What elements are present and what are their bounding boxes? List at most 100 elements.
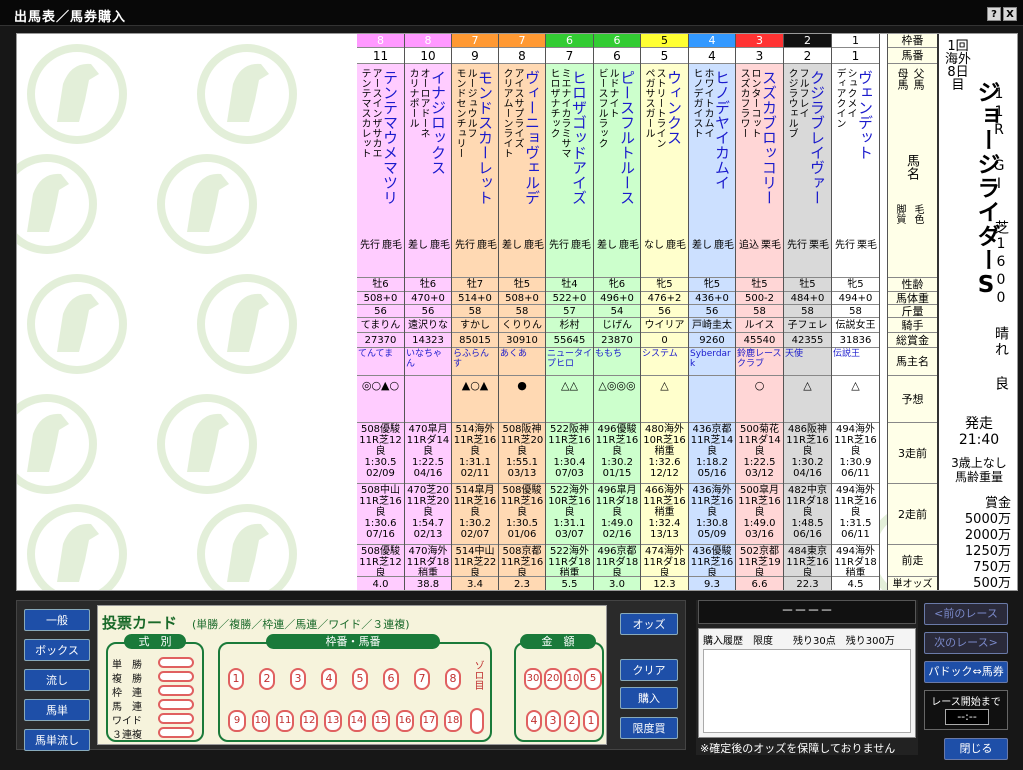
horse-select-button[interactable]: 12 [300,710,318,732]
horse-main-cell[interactable]: テンテマスカレット アースインザサカエ テンテマウメマツリ 先行 鹿毛 [357,64,404,278]
waku-select-button[interactable]: 2 [259,668,275,690]
horse-main-cell[interactable]: ペガサスガール ストリートライン ウィンクス なし 鹿毛 [641,64,688,278]
waku-select-button[interactable]: 7 [414,668,430,690]
amount-tens-button[interactable]: 20 [544,668,562,690]
waku-select-button[interactable]: 8 [445,668,461,690]
waku-select-button[interactable]: 5 [352,668,368,690]
horse-name[interactable]: モンドスカーレット [476,70,494,205]
past-race-line: 508中山 [360,485,401,496]
horse-main-cell[interactable]: クジラウェルブ フルフレイ クジラブレイヴァー 先行 栗毛 [784,64,831,278]
horse-name[interactable]: スズカブロッコリー [760,70,778,205]
zoro-select-button[interactable] [470,708,484,734]
past-race-line: 11R芝16 [453,435,497,446]
action-button[interactable]: 購入 [620,687,678,709]
amount-ones-button[interactable]: 4 [526,710,542,732]
horse-select-button[interactable]: 16 [396,710,414,732]
horse-name[interactable]: クジラブレイヴァー [808,70,826,205]
horse-main-cell[interactable]: カリナポール オーロアドーネ イナジロックス 差し 鹿毛 [405,64,451,278]
next-race-button[interactable]: 次のレース> [924,632,1008,654]
horse-select-button[interactable]: 15 [372,710,390,732]
bet-type-checkbox[interactable] [158,699,194,710]
horse-name[interactable]: ヴィーニョヴェルデ [523,70,541,205]
bet-mode-button[interactable]: ボックス [24,639,90,661]
history-box [703,649,911,733]
horse-main-cell[interactable]: ディアクイン シュクメイ ヴェンデット 先行 栗毛 [832,64,879,278]
bet-mode-button[interactable]: 馬単流し [24,729,90,751]
horse-jockey: くりりん [499,318,545,333]
waku-select-button[interactable]: 1 [228,668,244,690]
horse-main-cell[interactable]: スズカフラワー ロンターコット スズカブロッコリー 追込 栗毛 [736,64,783,278]
horse-name[interactable]: ヴェンデット [856,70,874,160]
past-race-line: 11R芝16 [595,435,639,446]
countdown-box: レース開始まで --:-- [924,690,1008,730]
amount-tens-button[interactable]: 10 [564,668,582,690]
horse-main-cell[interactable]: モンドセンチュリー ルージュウルフ モンドスカーレット 先行 鹿毛 [452,64,498,278]
horse-select-button[interactable]: 17 [420,710,438,732]
past-race-line: 11R芝20 [406,496,450,507]
bet-type-checkbox[interactable] [158,727,194,738]
horse-select-button[interactable]: 18 [444,710,462,732]
horse-name[interactable]: ピースフルトルース [618,70,636,205]
prev-race-button[interactable]: <前のレース [924,603,1008,625]
bet-mode-button[interactable]: 馬単 [24,699,90,721]
past-race-line: 02/11 [460,468,490,479]
amount-ones-button[interactable]: 1 [583,710,599,732]
history-list[interactable]: 購入履歴 限度 残り30点 残り300万 [698,628,916,738]
horse-name[interactable]: テンテマウメマツリ [381,70,399,205]
action-button[interactable]: クリア [620,659,678,681]
bet-type-checkbox[interactable] [158,671,194,682]
past-race-line: 1:32.6 [648,457,681,468]
amount-tens-button[interactable]: 5 [584,668,602,690]
past-race-line: 11R芝16 [500,557,544,568]
vote-card: 投票カード (単勝／複勝／枠連／馬連／ワイド／３連複) 式 別 単 勝複 勝枠 … [97,605,607,745]
past-race-line: 良 [850,507,861,518]
horse-kinryo: 57 [546,305,593,318]
row-label-waku: 枠番 [888,34,937,48]
past-race-line: 03/12 [745,468,774,479]
action-button[interactable]: オッズ [620,613,678,635]
waku-select-button[interactable]: 3 [290,668,306,690]
bet-type-checkbox[interactable] [158,685,194,696]
bet-type-checkbox[interactable] [158,713,194,724]
horse-main-cell[interactable]: ヒロザナチック ミエナイカラミサマ ヒロザゴッドアイズ 先行 鹿毛 [546,64,593,278]
horse-name[interactable]: イナジロックス [429,70,447,175]
bet-type-checkbox[interactable] [158,657,194,668]
horse-column: 8 11 テンテマスカレット アースインザサカエ テンテマウメマツリ 先行 鹿毛 牡6 508+… [357,34,405,590]
horse-main-cell[interactable]: クリアムーンライト アイスサプライズ ヴィーニョヴェルデ 差し 鹿毛 [499,64,545,278]
horse-select-button[interactable]: 11 [276,710,294,732]
amount-ones-button[interactable]: 2 [564,710,580,732]
horse-name[interactable]: ヒノデヤイカムイ [713,70,731,190]
past-race-r3: 486阪神 11R芝16 良 1:30.2 04/16 [784,423,831,484]
waku-select-button[interactable]: 6 [383,668,399,690]
bet-mode-button[interactable]: 流し [24,669,90,691]
horse-main-cell[interactable]: ヒノデガイスト ホワイトカムイ ヒノデヤイカムイ 差し 鹿毛 [689,64,735,278]
prediction-marks: ◎○▲○ [357,376,404,423]
horse-select-button[interactable]: 13 [324,710,342,732]
bet-mode-button[interactable]: 一般 [24,609,90,631]
past-race-line: 11R芝16 [834,435,877,446]
horse-select-button[interactable]: 9 [228,710,246,732]
past-race-line: 1:32.4 [648,518,681,529]
waku-select-button[interactable]: 4 [321,668,337,690]
close-window-button[interactable]: X [1003,7,1017,21]
past-race-r2: 522海外 10R芝16 良 1:31.1 03/07 [546,484,593,545]
horse-name[interactable]: ウィンクス [665,70,683,145]
past-race-line: 11R芝22 [453,557,497,568]
amount-ones-button[interactable]: 3 [545,710,561,732]
past-race-line: 良 [375,568,386,577]
paddock-toggle-button[interactable]: パドック⇔馬券 [924,661,1008,683]
horse-column: 6 6 ビースフルラック ルドナイト ピースフルトルース 差し 鹿毛 牝6 496+0 54 じげん… [594,34,641,590]
past-race-r1: 502京都11R芝19良1:56.706/16 [736,545,783,577]
close-button[interactable]: 閉じる [944,738,1008,760]
past-race-line: 良 [423,446,433,457]
horse-name[interactable]: ヒロザゴッドアイズ [570,70,588,205]
help-button[interactable]: ? [987,7,1001,21]
horse-select-button[interactable]: 14 [348,710,366,732]
horse-odds: 5.5 [546,577,593,590]
amount-tens-button[interactable]: 30 [524,668,542,690]
action-button[interactable]: 限度買 [620,717,678,739]
owner-name: ニュータイプヒロ [546,348,593,376]
horse-main-cell[interactable]: ビースフルラック ルドナイト ピースフルトルース 差し 鹿毛 [594,64,640,278]
horse-select-button[interactable]: 10 [252,710,270,732]
row-label-umaban: 馬番 [888,48,937,64]
